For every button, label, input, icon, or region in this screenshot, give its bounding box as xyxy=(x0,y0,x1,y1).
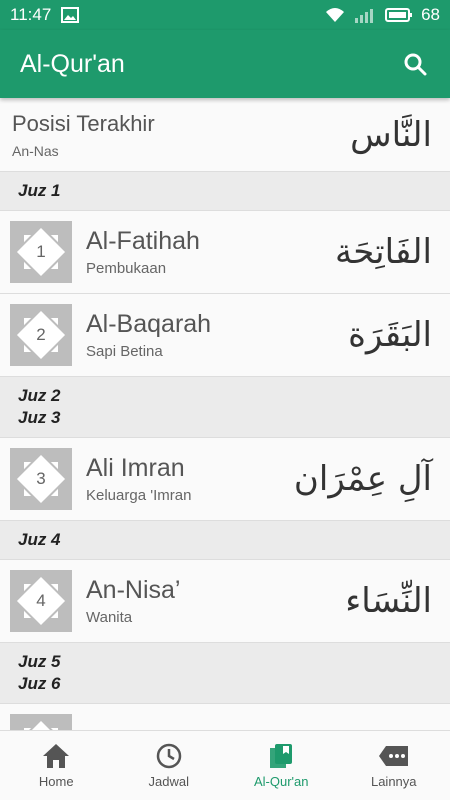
surah-number: 2 xyxy=(36,325,46,344)
juz-header: Juz 5 Juz 6 xyxy=(0,643,450,704)
surah-row[interactable]: 3 Ali Imran Keluarga 'Imran آلِ عِمْرَان xyxy=(0,438,450,521)
surah-number-badge: 3 xyxy=(10,448,72,510)
nav-label: Lainnya xyxy=(370,774,417,789)
surah-number-badge: 2 xyxy=(10,304,72,366)
nav-label: Jadwal xyxy=(148,774,189,789)
juz-header: Juz 4 xyxy=(0,521,450,560)
juz-label: Juz 3 xyxy=(18,408,61,427)
signal-icon xyxy=(355,9,374,23)
juz-header: Juz 1 xyxy=(0,172,450,211)
last-position-label: Posisi Terakhir xyxy=(12,110,155,136)
last-position-arabic: النَّاس xyxy=(350,114,432,155)
surah-meaning: Wanita xyxy=(86,609,133,626)
surah-name: Al-Fatihah xyxy=(86,227,200,255)
surah-row[interactable]: 5Al-Ma’idahالمَائِدَة xyxy=(0,704,450,730)
more-icon xyxy=(378,742,410,770)
nav-item-more[interactable]: Lainnya xyxy=(338,731,450,800)
page-title: Al-Qur'an xyxy=(20,49,125,78)
surah-number: 1 xyxy=(36,242,46,261)
surah-number-badge: 4 xyxy=(10,570,72,632)
image-icon xyxy=(61,7,80,23)
surah-name: An-Nisa’ xyxy=(86,576,181,604)
last-position-surah: An-Nas xyxy=(12,142,59,159)
nav-label: Home xyxy=(38,774,74,789)
surah-number-badge: 1 xyxy=(10,221,72,283)
search-icon xyxy=(404,53,427,76)
home-icon xyxy=(41,742,71,770)
juz-header: Juz 2 Juz 3 xyxy=(0,377,450,438)
nav-item-home[interactable]: Home xyxy=(0,731,113,800)
status-bar: 11:47 68 xyxy=(0,0,450,30)
juz-label: Juz 4 xyxy=(18,530,61,549)
surah-arabic-name: النِّسَاء xyxy=(345,581,432,621)
clock-icon xyxy=(155,742,183,770)
nav-item-clock[interactable]: Jadwal xyxy=(113,731,226,800)
juz-label: Juz 5 xyxy=(18,652,61,671)
surah-list[interactable]: Posisi Terakhir An-Nas النَّاس Juz 1 1 Al-… xyxy=(0,98,450,730)
surah-number-badge: 5 xyxy=(10,714,72,730)
battery-icon xyxy=(385,8,413,22)
juz-label: Juz 6 xyxy=(18,674,61,693)
surah-meaning: Pembukaan xyxy=(86,260,167,277)
surah-row[interactable]: 2 Al-Baqarah Sapi Betina البَقَرَة xyxy=(0,294,450,377)
surah-number: 3 xyxy=(36,469,46,488)
surah-row[interactable]: 4 An-Nisa’ Wanita النِّسَاء xyxy=(0,560,450,643)
surah-number: 5 xyxy=(10,714,72,730)
nav-item-book[interactable]: Al-Qur'an xyxy=(225,731,338,800)
surah-name: Ali Imran xyxy=(86,454,185,482)
surah-name: Al-Baqarah xyxy=(86,310,212,338)
app-bar: Al-Qur'an xyxy=(0,30,450,98)
nav-label: Al-Qur'an xyxy=(253,774,309,789)
surah-meaning: Keluarga 'Imran xyxy=(86,487,192,504)
battery-level: 68 xyxy=(421,5,440,24)
surah-arabic-name: البَقَرَة xyxy=(348,315,432,355)
surah-arabic-name: الفَاتِحَة xyxy=(334,232,432,272)
surah-row[interactable]: 1 Al-Fatihah Pembukaan الفَاتِحَة xyxy=(0,211,450,294)
surah-meaning: Sapi Betina xyxy=(86,343,163,360)
status-time: 11:47 xyxy=(10,5,52,24)
book-icon xyxy=(267,742,295,770)
juz-label: Juz 1 xyxy=(18,181,61,200)
surah-number: 4 xyxy=(36,591,46,610)
surah-arabic-name: آلِ عِمْرَان xyxy=(293,459,432,499)
last-position-card[interactable]: Posisi Terakhir An-Nas النَّاس xyxy=(0,98,450,172)
juz-label: Juz 2 xyxy=(18,386,61,405)
wifi-icon xyxy=(326,8,345,22)
search-button[interactable] xyxy=(400,49,430,79)
bottom-navigation: Home Jadwal Al-Qur'an Lainnya xyxy=(0,730,450,800)
